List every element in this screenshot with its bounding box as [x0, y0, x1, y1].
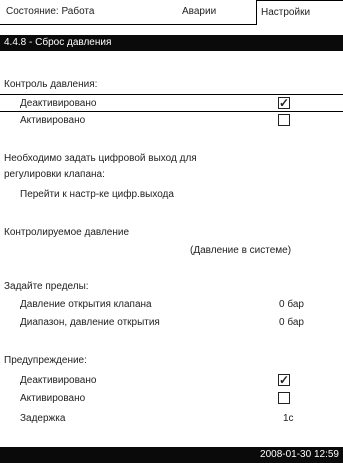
datetime: 2008-01-30 12:59: [260, 449, 339, 460]
limit-value: 0 бар: [279, 299, 304, 310]
limit-row-opening-range[interactable]: Диапазон, давление открытия 0 бар: [0, 314, 343, 332]
option-warning-activated[interactable]: Активировано: [0, 390, 343, 408]
option-pressure-activated[interactable]: Активировано: [0, 112, 343, 130]
tab-status[interactable]: Состояние: Работа: [2, 0, 98, 24]
info-text-line-2: регулировки клапана:: [4, 169, 105, 180]
option-label: Активировано: [20, 393, 86, 404]
tab-alarm[interactable]: Аварии: [178, 0, 220, 24]
controlled-pressure-value: (Давление в системе): [190, 245, 292, 256]
option-pressure-deactivated[interactable]: Деактивировано ✓: [0, 94, 343, 112]
checkbox-checked-icon[interactable]: ✓: [278, 374, 290, 386]
controlled-pressure-row[interactable]: (Давление в системе): [0, 242, 343, 260]
limit-label: Давление открытия клапана: [20, 299, 152, 310]
warning-heading: Предупреждение:: [4, 355, 87, 366]
tab-settings[interactable]: Настройки: [256, 0, 343, 25]
option-label: Активировано: [20, 115, 86, 126]
checkbox-checked-icon[interactable]: ✓: [278, 97, 290, 109]
warning-delay-label: Задержка: [20, 413, 66, 424]
warning-delay-row[interactable]: Задержка 1с: [0, 410, 343, 428]
limit-row-opening-pressure[interactable]: Давление открытия клапана 0 бар: [0, 296, 343, 314]
warning-delay-value: 1с: [283, 413, 294, 424]
option-label: Деактивировано: [20, 98, 97, 109]
screen-title: 4.4.8 - Сброс давления: [4, 37, 112, 48]
controlled-pressure-heading: Контролируемое давление: [4, 227, 130, 238]
tab-bar: Состояние: Работа Аварии Настройки: [0, 0, 343, 25]
option-label: Деактивировано: [20, 375, 97, 386]
limit-label: Диапазон, давление открытия: [20, 317, 160, 328]
checkbox-unchecked-icon[interactable]: [278, 392, 290, 404]
digital-output-settings-link[interactable]: Перейти к настр-ке цифр.выхода: [0, 186, 343, 204]
option-warning-deactivated[interactable]: Деактивировано ✓: [0, 372, 343, 390]
limits-heading: Задайте пределы:: [4, 281, 89, 292]
limit-value: 0 бар: [279, 317, 304, 328]
status-footer: 2008-01-30 12:59: [0, 447, 343, 463]
checkbox-unchecked-icon[interactable]: [278, 114, 290, 126]
section-heading-pressure-control: Контроль давления:: [4, 79, 98, 90]
screen-title-bar: 4.4.8 - Сброс давления: [0, 35, 343, 51]
